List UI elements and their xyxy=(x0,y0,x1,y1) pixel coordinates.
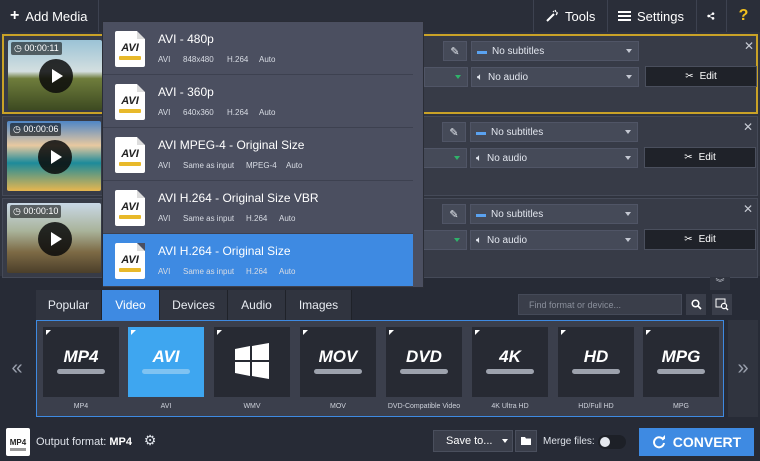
format-hd[interactable]: HD xyxy=(558,327,634,397)
avi-file-icon: AVI xyxy=(115,84,145,120)
share-icon xyxy=(707,12,715,20)
device-detect-icon[interactable] xyxy=(712,294,732,315)
tab-video[interactable]: Video xyxy=(102,290,160,320)
chevron-down-icon xyxy=(502,439,508,443)
format-wmv[interactable] xyxy=(214,327,290,397)
format-select[interactable] xyxy=(423,148,467,168)
close-icon[interactable]: ✕ xyxy=(744,39,754,53)
plus-icon: + xyxy=(10,7,20,24)
play-icon[interactable] xyxy=(38,222,72,256)
subtitles-select[interactable]: ▬ No subtitles xyxy=(470,122,638,142)
pencil-icon: ✎ xyxy=(449,208,459,221)
tab-popular[interactable]: Popular xyxy=(36,290,102,320)
windows-logo-icon xyxy=(235,343,269,379)
prev-arrow-icon[interactable]: « xyxy=(2,320,32,417)
duration-label: ◷ 00:00:06 xyxy=(10,123,62,136)
speech-bubble-icon: ▬ xyxy=(477,45,487,57)
video-thumbnail[interactable]: ◷ 00:00:10 xyxy=(7,203,101,273)
audio-select[interactable]: 🔈︎ No audio xyxy=(470,230,638,250)
output-format-value: MP4 xyxy=(109,436,132,448)
settings-button[interactable]: Settings xyxy=(608,0,696,32)
edit-button[interactable]: ✂ Edit xyxy=(644,147,756,168)
play-icon[interactable] xyxy=(38,140,72,174)
duration-label: ◷ 00:00:10 xyxy=(10,205,62,218)
format-search-input[interactable]: Find format or device... xyxy=(518,294,682,315)
pencil-icon: ✎ xyxy=(450,45,460,58)
close-icon[interactable]: ✕ xyxy=(743,202,753,216)
tab-audio[interactable]: Audio xyxy=(228,290,286,320)
help-icon: ? xyxy=(738,7,749,24)
save-to-select[interactable]: Save to... xyxy=(433,430,513,452)
close-icon[interactable]: ✕ xyxy=(743,120,753,134)
avi-file-icon: AVI xyxy=(115,31,145,67)
wand-icon xyxy=(546,9,558,22)
speech-bubble-icon: ▬ xyxy=(476,126,486,138)
format-mpg[interactable]: MPG xyxy=(643,327,719,397)
preset-item[interactable]: AVI AVI H.264 - Original Size VBR AVI Sa… xyxy=(103,181,413,234)
collapse-chevron-icon[interactable]: ︾ xyxy=(710,277,730,290)
add-media-button[interactable]: + Add Media xyxy=(0,0,98,32)
audio-select[interactable]: 🔈︎ No audio xyxy=(470,148,638,168)
edit-title-button[interactable]: ✎ xyxy=(443,41,467,61)
convert-button[interactable]: CONVERT xyxy=(639,428,754,456)
subtitles-select[interactable]: ▬ No subtitles xyxy=(471,41,639,61)
help-button[interactable]: ? xyxy=(727,0,760,32)
refresh-icon xyxy=(652,435,665,449)
format-avi[interactable]: AVI xyxy=(128,327,204,397)
merge-files-label: Merge files: xyxy=(543,436,595,447)
avi-file-icon: AVI xyxy=(115,243,145,279)
search-icon[interactable] xyxy=(686,294,706,315)
next-arrow-icon[interactable]: » xyxy=(728,320,758,417)
output-format-label: Output format: xyxy=(36,436,107,448)
tab-images[interactable]: Images xyxy=(286,290,352,320)
format-select[interactable] xyxy=(423,230,467,250)
audio-select[interactable]: 🔈︎ No audio xyxy=(471,67,639,87)
format-grid: MP4 MP4 AVI AVI WMV MOV MOV DVD DVD-Comp… xyxy=(36,320,724,417)
folder-icon[interactable] xyxy=(515,430,537,452)
menu-icon xyxy=(618,11,631,21)
scissors-icon: ✂ xyxy=(684,152,693,163)
speaker-icon: 🔈︎ xyxy=(477,71,483,83)
video-thumbnail[interactable]: ◷ 00:00:11 xyxy=(8,40,102,110)
scissors-icon: ✂ xyxy=(684,234,693,245)
footer-bar: MP4 Output format: MP4 ⚙ Save to... Merg… xyxy=(0,424,760,461)
duration-label: ◷ 00:00:11 xyxy=(11,42,62,55)
speaker-icon: 🔈︎ xyxy=(476,152,482,164)
format-mov[interactable]: MOV xyxy=(300,327,376,397)
edit-button[interactable]: ✂ Edit xyxy=(644,229,756,250)
play-icon[interactable] xyxy=(39,59,73,93)
preset-item-selected[interactable]: AVI AVI H.264 - Original Size AVI Same a… xyxy=(103,234,413,287)
format-4k[interactable]: 4K xyxy=(472,327,548,397)
avi-file-icon: AVI xyxy=(115,137,145,173)
gear-icon[interactable]: ⚙ xyxy=(141,432,159,450)
preset-item[interactable]: AVI AVI - 480p AVI 848x480 H.264 Auto xyxy=(103,22,413,75)
speaker-icon: 🔈︎ xyxy=(476,234,482,246)
speech-bubble-icon: ▬ xyxy=(476,208,486,220)
format-dvd[interactable]: DVD xyxy=(386,327,462,397)
format-select[interactable] xyxy=(424,67,468,87)
output-format-file-icon: MP4 xyxy=(6,428,30,456)
format-mp4[interactable]: MP4 xyxy=(43,327,119,397)
preset-item[interactable]: AVI AVI - 360p AVI 640x360 H.264 Auto xyxy=(103,75,413,128)
preset-item[interactable]: AVI AVI MPEG-4 - Original Size AVI Same … xyxy=(103,128,413,181)
share-button[interactable] xyxy=(697,0,725,32)
pencil-icon: ✎ xyxy=(449,126,459,139)
avi-file-icon: AVI xyxy=(115,190,145,226)
merge-files-toggle[interactable] xyxy=(598,435,626,449)
edit-title-button[interactable]: ✎ xyxy=(442,122,466,142)
edit-title-button[interactable]: ✎ xyxy=(442,204,466,224)
subtitles-select[interactable]: ▬ No subtitles xyxy=(470,204,638,224)
preset-dropdown: AVI AVI - 480p AVI 848x480 H.264 Auto AV… xyxy=(102,21,424,288)
tab-devices[interactable]: Devices xyxy=(160,290,228,320)
edit-button[interactable]: ✂ Edit xyxy=(645,66,757,87)
tools-button[interactable]: Tools xyxy=(535,0,607,32)
video-thumbnail[interactable]: ◷ 00:00:06 xyxy=(7,121,101,191)
scissors-icon: ✂ xyxy=(685,71,694,82)
